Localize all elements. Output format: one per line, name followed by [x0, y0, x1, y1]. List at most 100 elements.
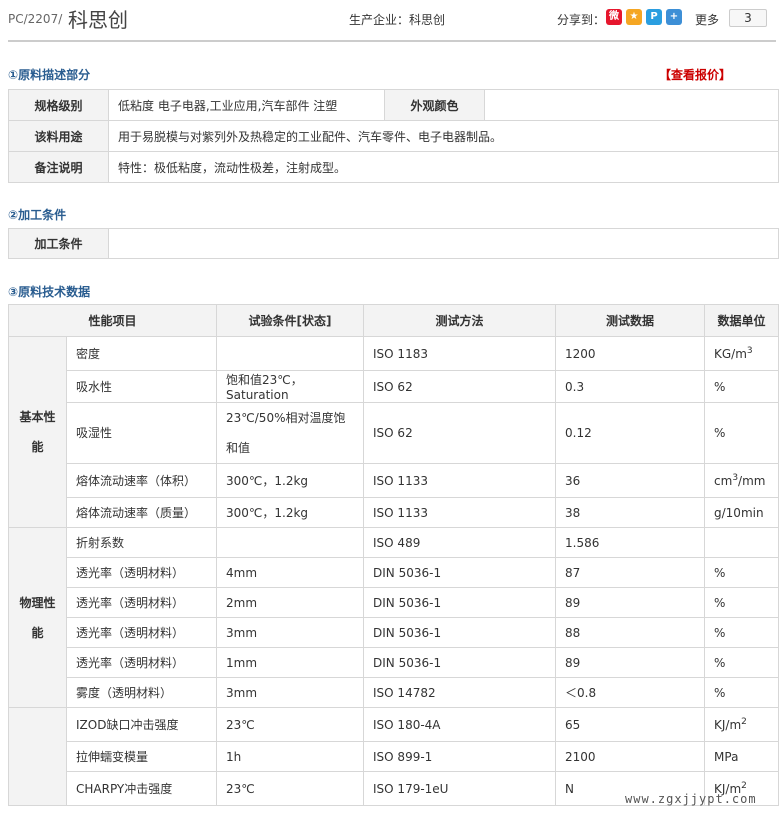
unit-text: KG/m [714, 347, 747, 361]
test-condition: 1mm [216, 647, 365, 678]
unit-text: % [714, 426, 726, 440]
share-label: 分享到： [557, 13, 606, 27]
table-row: 透光率（透明材料） 1mm DIN 5036-1 89% [9, 647, 780, 678]
property-name: IZOD缺口冲击强度 [65, 707, 218, 742]
unit-text: % [714, 655, 726, 670]
share-count: 3 [729, 9, 767, 27]
group-physical: 物理性能 [8, 527, 67, 708]
unit-text: % [714, 379, 726, 394]
test-method: ISO 62 [363, 402, 557, 464]
test-condition: 300℃，1.2kg [216, 463, 365, 498]
table-row: 透光率（透明材料） 4mm DIN 5036-1 87% [9, 557, 780, 588]
property-name: 透光率（透明材料） [65, 617, 218, 648]
use-value: 用于易脱模与对紫列外及热稳定的工业配件、汽车零件、电子电器制品。 [108, 120, 779, 152]
test-condition: 3mm [216, 677, 365, 708]
test-method: ISO 180-4A [363, 707, 557, 742]
unit-superscript: 2 [741, 781, 747, 791]
weibo-icon[interactable]: 微 [606, 9, 622, 25]
test-method: ISO 14782 [363, 677, 557, 708]
test-value: 1200 [555, 336, 706, 371]
unit: % [704, 370, 780, 403]
test-method: ISO 1183 [363, 336, 557, 371]
test-method: DIN 5036-1 [363, 587, 557, 618]
processing-label: 加工条件 [8, 228, 109, 259]
unit: % [704, 402, 780, 464]
property-name: 吸水性 [65, 370, 218, 403]
table-row: 吸水性 饱和值23℃，Saturation ISO 62 0.3% [9, 370, 780, 403]
unit-superscript: 3 [746, 346, 753, 356]
view-quote-link[interactable]: 【查看报价】 [659, 66, 731, 83]
property-name: 拉伸蠕变模量 [65, 741, 218, 772]
unit: KG/m3 [704, 336, 780, 371]
header-item: 性能项目 [7, 304, 218, 337]
property-name: 雾度（透明材料） [65, 677, 218, 708]
table-row: 基本性能 密度 ISO 1183 1200 KG/m3 [8, 336, 780, 528]
test-method: DIN 5036-1 [363, 557, 557, 588]
unit: % [704, 557, 780, 588]
test-method: DIN 5036-1 [363, 617, 557, 648]
test-condition: 饱和值23℃，Saturation [216, 370, 365, 403]
table-row: 透光率（透明材料） 2mm DIN 5036-1 89% [9, 587, 780, 618]
table-row: 规格级别 低粘度 电子电器,工业应用,汽车部件 注塑 外观颜色 [8, 89, 779, 121]
property-name: 密度 [65, 336, 218, 371]
property-name: 透光率（透明材料） [65, 587, 218, 618]
property-name: 熔体流动速率（质量） [65, 497, 218, 528]
unit-text: MPa [714, 749, 739, 764]
tencent-weibo-icon[interactable]: P [646, 9, 662, 25]
unit: KJ/m2 [704, 707, 780, 742]
test-condition: 4mm [216, 557, 365, 588]
test-condition: 23℃/50%相对温度饱和值 [216, 402, 365, 464]
test-value: 89 [555, 587, 706, 618]
test-condition [216, 336, 365, 371]
header-divider [8, 40, 776, 42]
table-row: 雾度（透明材料） 3mm ISO 14782 ＜0.8% [9, 677, 780, 708]
test-value: 89 [555, 647, 706, 678]
table-row: 备注说明 特性：极低粘度，流动性极差，注射成型。 [8, 151, 779, 183]
color-label: 外观颜色 [384, 89, 485, 121]
share-more-link[interactable]: 更多 [695, 11, 719, 28]
property-name: 折射系数 [65, 527, 218, 558]
unit: cm3/mm [704, 463, 780, 498]
unit-superscript: 2 [741, 717, 747, 727]
test-condition: 23℃ [216, 771, 365, 806]
test-method: ISO 489 [363, 527, 557, 558]
property-name: 熔体流动速率（体积） [65, 463, 218, 498]
test-value: 1.586 [555, 527, 706, 558]
manufacturer: 生产企业：科思创 [349, 13, 446, 27]
unit: g/10min [704, 497, 780, 528]
test-value: 65 [555, 707, 706, 742]
more-plus-icon[interactable]: + [666, 9, 682, 25]
qzone-icon[interactable]: ★ [626, 9, 642, 25]
header-unit: 数据单位 [704, 304, 780, 337]
property-name: 透光率（透明材料） [65, 647, 218, 678]
group-basic: 基本性能 [8, 336, 67, 528]
table-row: 熔体流动速率（质量） 300℃，1.2kg ISO 1133 38 g/10min [9, 497, 780, 528]
unit: % [704, 677, 780, 708]
unit: % [704, 587, 780, 618]
unit-text: % [714, 685, 726, 700]
grade-value: 低粘度 电子电器,工业应用,汽车部件 注塑 [108, 89, 385, 121]
header-condition: 试验条件[状态] [216, 304, 365, 337]
unit-text: cm [714, 474, 733, 488]
test-value: 2100 [555, 741, 706, 772]
test-method: ISO 179-1eU [363, 771, 557, 806]
processing-table: 加工条件 [8, 228, 779, 259]
watermark: www.zgxjjypt.com [625, 792, 757, 806]
unit-text: g/10min [714, 505, 764, 520]
table-row: 加工条件 [8, 228, 779, 259]
product-code: PC/2207/ [8, 12, 63, 26]
grade-label: 规格级别 [8, 89, 109, 121]
test-value: 87 [555, 557, 706, 588]
section-title-processing: ②加工条件 [8, 208, 67, 222]
test-condition: 300℃，1.2kg [216, 497, 365, 528]
share-icons: 微 ★ P + [606, 9, 682, 25]
test-value: 0.12 [555, 402, 706, 464]
unit-text: % [714, 565, 726, 580]
property-name: 透光率（透明材料） [65, 557, 218, 588]
header-value: 测试数据 [555, 304, 706, 337]
unit [704, 527, 780, 558]
table-row: IZOD缺口冲击强度 23℃ ISO 180-4A 65 KJ/m2 [8, 707, 780, 806]
processing-value [108, 228, 779, 259]
table-row: 熔体流动速率（体积） 300℃，1.2kg ISO 1133 36 cm3/mm [9, 463, 780, 498]
test-condition [216, 527, 365, 558]
